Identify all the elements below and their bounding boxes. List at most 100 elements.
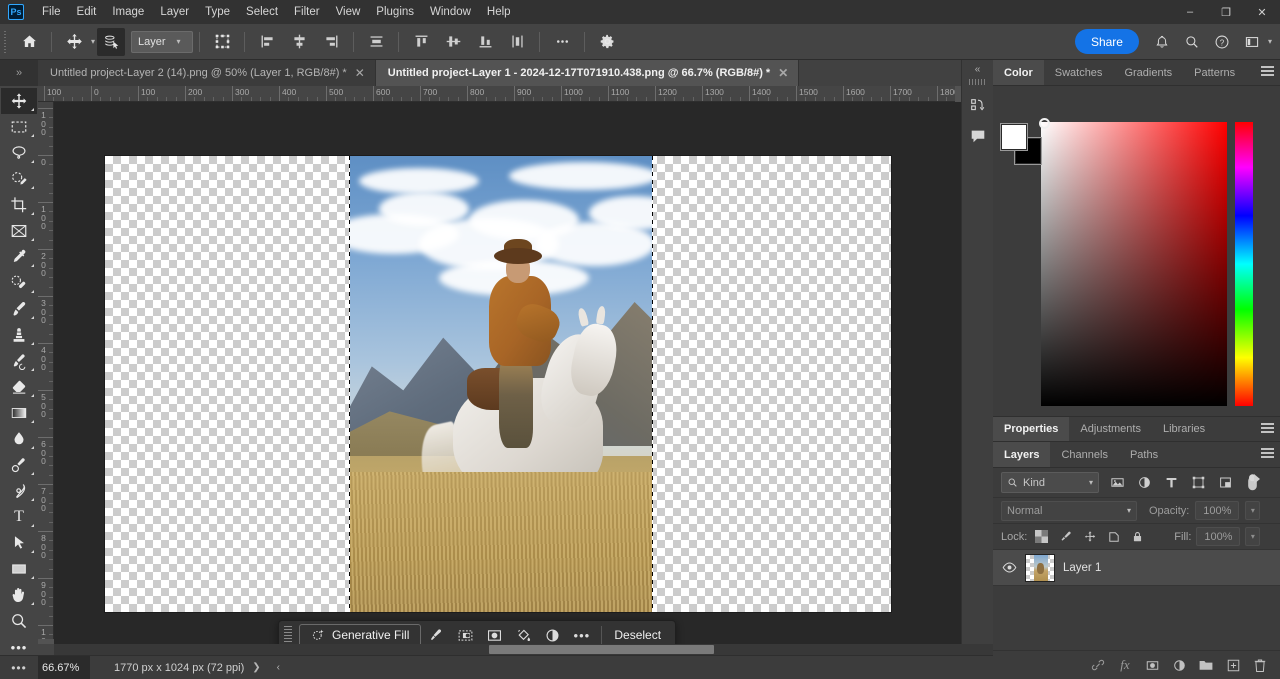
cowboy-photo-layer[interactable]: [349, 156, 653, 612]
opacity-stepper[interactable]: ▾: [1245, 501, 1261, 520]
foreground-color-swatch[interactable]: [1001, 124, 1027, 150]
lock-position-icon[interactable]: [1080, 527, 1099, 547]
rectangular-marquee-tool[interactable]: [1, 114, 37, 140]
fill-stepper[interactable]: ▾: [1245, 527, 1261, 546]
eyedropper-tool[interactable]: [1, 244, 37, 270]
share-button[interactable]: Share: [1074, 29, 1139, 54]
delete-layer-icon[interactable]: [1251, 655, 1269, 675]
lock-image-pixels-icon[interactable]: [1056, 527, 1075, 547]
menu-window[interactable]: Window: [422, 2, 479, 22]
object-selection-tool[interactable]: [1, 166, 37, 192]
tab-swatches[interactable]: Swatches: [1043, 60, 1114, 85]
collapse-panels-icon[interactable]: «: [962, 60, 993, 77]
vertical-ruler[interactable]: 100010020030040050060070080090010001100: [38, 102, 54, 639]
eraser-tool[interactable]: [1, 374, 37, 400]
menu-view[interactable]: View: [328, 2, 369, 22]
menu-image[interactable]: Image: [104, 2, 152, 22]
menu-type[interactable]: Type: [197, 2, 238, 22]
filter-type-layers-icon[interactable]: [1162, 473, 1180, 493]
align-top-edges-icon[interactable]: [407, 28, 435, 56]
auto-select-scope-dropdown[interactable]: Layer ▾: [131, 30, 194, 53]
tab-channels[interactable]: Channels: [1050, 442, 1119, 467]
document-tab-2[interactable]: Untitled project-Layer 1 - 2024-12-17T07…: [375, 60, 800, 86]
auto-select-layers-icon[interactable]: [97, 27, 126, 56]
gear-icon[interactable]: [593, 28, 621, 56]
menu-help[interactable]: Help: [479, 2, 519, 22]
tabbar-left-grip[interactable]: »: [0, 60, 38, 86]
tab-patterns[interactable]: Patterns: [1183, 60, 1247, 85]
history-brush-tool[interactable]: [1, 348, 37, 374]
tab-layers[interactable]: Layers: [993, 442, 1051, 467]
tab-properties[interactable]: Properties: [993, 417, 1070, 441]
path-selection-tool[interactable]: [1, 530, 37, 556]
frame-tool[interactable]: [1, 218, 37, 244]
hue-slider[interactable]: [1235, 122, 1253, 406]
new-group-icon[interactable]: [1197, 655, 1215, 675]
type-tool[interactable]: T: [1, 504, 37, 530]
bell-icon[interactable]: [1147, 28, 1177, 56]
panel-menu-icon[interactable]: [1261, 66, 1274, 77]
tab-libraries[interactable]: Libraries: [1151, 417, 1217, 441]
canvas-horizontal-scrollbar-thumb[interactable]: [489, 645, 714, 654]
opacity-value[interactable]: 100%: [1195, 501, 1240, 520]
add-layer-mask-icon[interactable]: [1143, 655, 1161, 675]
filter-pixel-layers-icon[interactable]: [1108, 473, 1126, 493]
history-actions-icon[interactable]: [962, 91, 994, 121]
tab-paths[interactable]: Paths: [1118, 442, 1170, 467]
canvas-horizontal-scrollbar-track[interactable]: [54, 644, 993, 655]
close-icon[interactable]: ✕: [778, 67, 788, 79]
more-options-icon[interactable]: [548, 28, 576, 56]
spot-healing-brush-tool[interactable]: [1, 270, 37, 296]
fill-value[interactable]: 100%: [1196, 527, 1241, 546]
link-layers-icon[interactable]: [1089, 655, 1107, 675]
layer-row[interactable]: Layer 1: [993, 550, 1280, 586]
minimize-button[interactable]: –: [1172, 0, 1208, 24]
dodge-tool[interactable]: [1, 452, 37, 478]
filter-kind-dropdown[interactable]: Kind ▾: [1001, 472, 1099, 493]
layer-name[interactable]: Layer 1: [1063, 562, 1101, 574]
menu-select[interactable]: Select: [238, 2, 286, 22]
document-tab-1[interactable]: Untitled project-Layer 2 (14).png @ 50% …: [38, 60, 376, 86]
panel-menu-icon[interactable]: [1261, 423, 1274, 434]
status-forward-arrow[interactable]: ❯: [244, 662, 268, 673]
tab-color[interactable]: Color: [993, 60, 1044, 85]
task-bar-drag-handle[interactable]: [283, 625, 293, 645]
tab-gradients[interactable]: Gradients: [1113, 60, 1184, 85]
eye-icon[interactable]: [1001, 562, 1017, 573]
horizontal-ruler[interactable]: 100 0 100 200 300 400 500 600 700 800 900 1000 1100 1…: [38, 86, 955, 102]
brush-tool[interactable]: [1, 296, 37, 322]
add-layer-style-icon[interactable]: fx: [1116, 655, 1134, 675]
comments-icon[interactable]: [962, 121, 994, 151]
zoom-tool[interactable]: [1, 608, 37, 634]
crop-tool[interactable]: [1, 192, 37, 218]
lasso-tool[interactable]: [1, 140, 37, 166]
blend-mode-dropdown[interactable]: Normal ▾: [1001, 500, 1137, 521]
chevron-down-icon[interactable]: ▾: [1268, 37, 1272, 46]
color-field[interactable]: [1041, 122, 1227, 406]
filter-smart-objects-icon[interactable]: [1216, 473, 1234, 493]
distribute-horizontally-icon[interactable]: [362, 28, 390, 56]
menu-plugins[interactable]: Plugins: [368, 2, 422, 22]
align-right-edges-icon[interactable]: [317, 28, 345, 56]
menu-layer[interactable]: Layer: [152, 2, 197, 22]
search-icon[interactable]: [1177, 28, 1207, 56]
canvas-area[interactable]: [54, 102, 993, 655]
rectangle-tool[interactable]: [1, 556, 37, 582]
pen-tool[interactable]: [1, 478, 37, 504]
close-button[interactable]: ✕: [1244, 0, 1280, 24]
gradient-tool[interactable]: [1, 400, 37, 426]
deselect-button[interactable]: Deselect: [608, 628, 667, 642]
lock-transparent-pixels-icon[interactable]: [1032, 527, 1051, 547]
filter-adjustment-layers-icon[interactable]: [1135, 473, 1153, 493]
artboard-transparent-canvas[interactable]: [105, 156, 891, 612]
move-tool-icon[interactable]: [60, 28, 88, 56]
workspace-switcher-icon[interactable]: [1237, 28, 1267, 56]
panel-menu-icon[interactable]: [1261, 448, 1274, 459]
show-transform-controls-icon[interactable]: [208, 28, 236, 56]
color-picker-marker[interactable]: [1039, 118, 1050, 129]
clone-stamp-tool[interactable]: [1, 322, 37, 348]
distribute-vertically-icon[interactable]: [503, 28, 531, 56]
tab-adjustments[interactable]: Adjustments: [1069, 417, 1152, 441]
menu-filter[interactable]: Filter: [286, 2, 328, 22]
menu-file[interactable]: File: [34, 2, 69, 22]
